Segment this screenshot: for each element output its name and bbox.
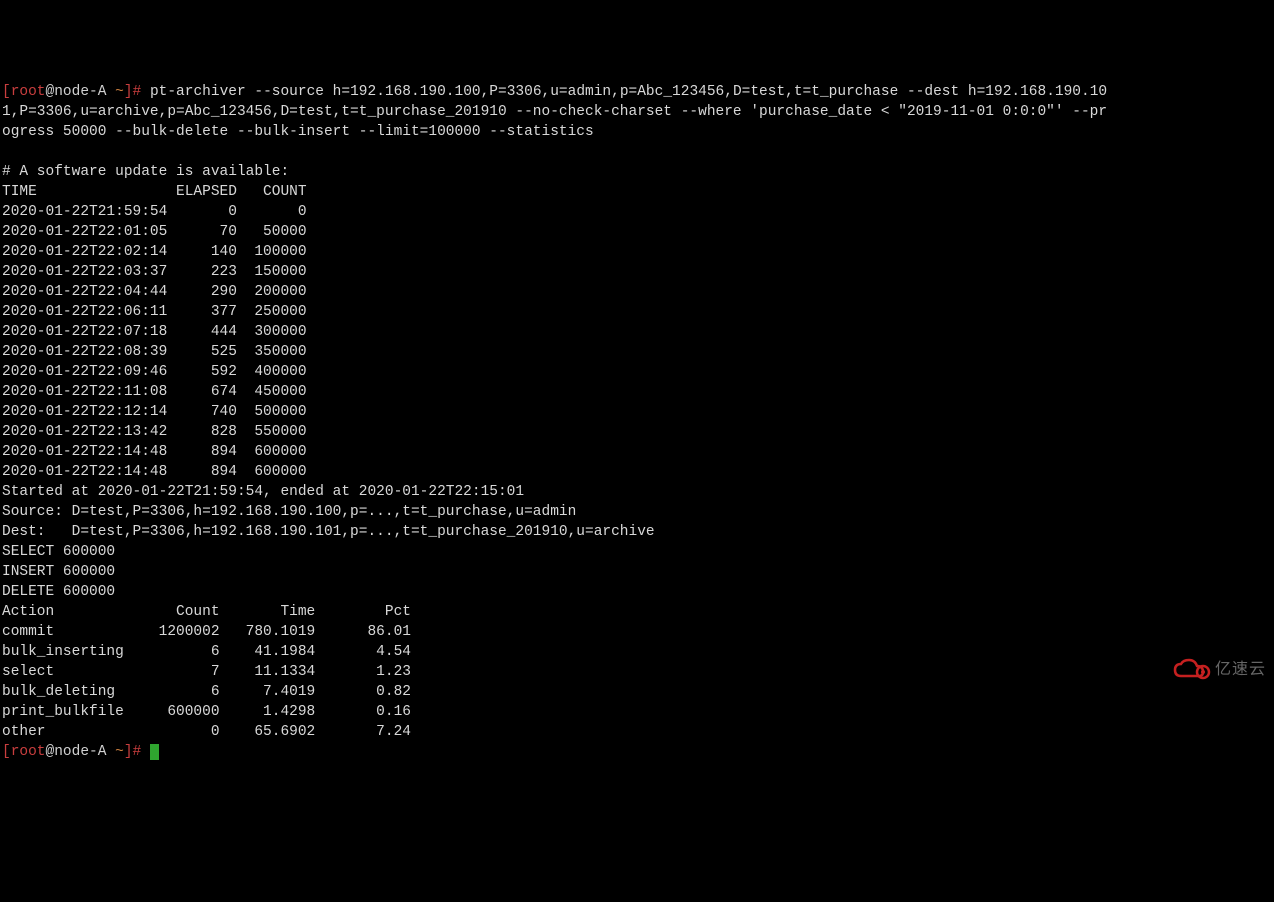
terminal-cursor[interactable] [150,744,159,760]
summary-delete: DELETE 600000 [2,584,115,600]
progress-row: 2020-01-22T22:13:42 828 550000 [2,424,307,440]
command-line-3: ogress 50000 --bulk-delete --bulk-insert… [2,124,594,140]
summary-insert: INSERT 600000 [2,564,115,580]
prompt-cwd: ~ [115,744,124,760]
prompt-open: [ [2,84,11,100]
stats-row: print_bulkfile 600000 1.4298 0.16 [2,704,411,720]
progress-header: TIME ELAPSED COUNT [2,184,307,200]
progress-row: 2020-01-22T22:09:46 592 400000 [2,364,307,380]
command-line-2: 1,P=3306,u=archive,p=Abc_123456,D=test,t… [2,104,1107,120]
command-line-1: pt-archiver --source h=192.168.190.100,P… [141,84,1107,100]
stats-row: select 7 11.1334 1.23 [2,664,411,680]
summary-started: Started at 2020-01-22T21:59:54, ended at… [2,484,524,500]
progress-row: 2020-01-22T22:01:05 70 50000 [2,224,307,240]
summary-source: Source: D=test,P=3306,h=192.168.190.100,… [2,504,576,520]
prompt: [root@node-A ~]# [2,84,141,100]
prompt-open: [ [2,744,11,760]
prompt-at: @ [46,744,55,760]
progress-row: 2020-01-22T22:03:37 223 150000 [2,264,307,280]
summary-select: SELECT 600000 [2,544,115,560]
prompt-cwd: ~ [115,84,124,100]
terminal[interactable]: [root@node-A ~]# pt-archiver --source h=… [2,82,1274,762]
prompt-at: @ [46,84,55,100]
prompt: [root@node-A ~]# [2,744,141,760]
progress-row: 2020-01-22T22:14:48 894 600000 [2,464,307,480]
stats-row: other 0 65.6902 7.24 [2,724,411,740]
prompt-close: ]# [124,84,141,100]
progress-row: 2020-01-22T22:07:18 444 300000 [2,324,307,340]
prompt-host: node-A [54,744,106,760]
summary-dest: Dest: D=test,P=3306,h=192.168.190.101,p=… [2,524,655,540]
prompt-user: root [11,744,46,760]
stats-header: Action Count Time Pct [2,604,411,620]
stats-row: commit 1200002 780.1019 86.01 [2,624,411,640]
progress-row: 2020-01-22T22:04:44 290 200000 [2,284,307,300]
stats-row: bulk_deleting 6 7.4019 0.82 [2,684,411,700]
stats-row: bulk_inserting 6 41.1984 4.54 [2,644,411,660]
blank-line [2,144,11,160]
cloud-icon [1173,658,1213,682]
watermark-text: 亿速云 [1215,660,1266,680]
progress-row: 2020-01-22T22:14:48 894 600000 [2,444,307,460]
update-message: # A software update is available: [2,164,289,180]
prompt-user: root [11,84,46,100]
prompt-close: ]# [124,744,141,760]
watermark-logo: 亿速云 [1173,658,1266,682]
prompt-host: node-A [54,84,106,100]
progress-row: 2020-01-22T21:59:54 0 0 [2,204,307,220]
progress-row: 2020-01-22T22:02:14 140 100000 [2,244,307,260]
progress-row: 2020-01-22T22:12:14 740 500000 [2,404,307,420]
progress-row: 2020-01-22T22:06:11 377 250000 [2,304,307,320]
progress-row: 2020-01-22T22:11:08 674 450000 [2,384,307,400]
progress-row: 2020-01-22T22:08:39 525 350000 [2,344,307,360]
